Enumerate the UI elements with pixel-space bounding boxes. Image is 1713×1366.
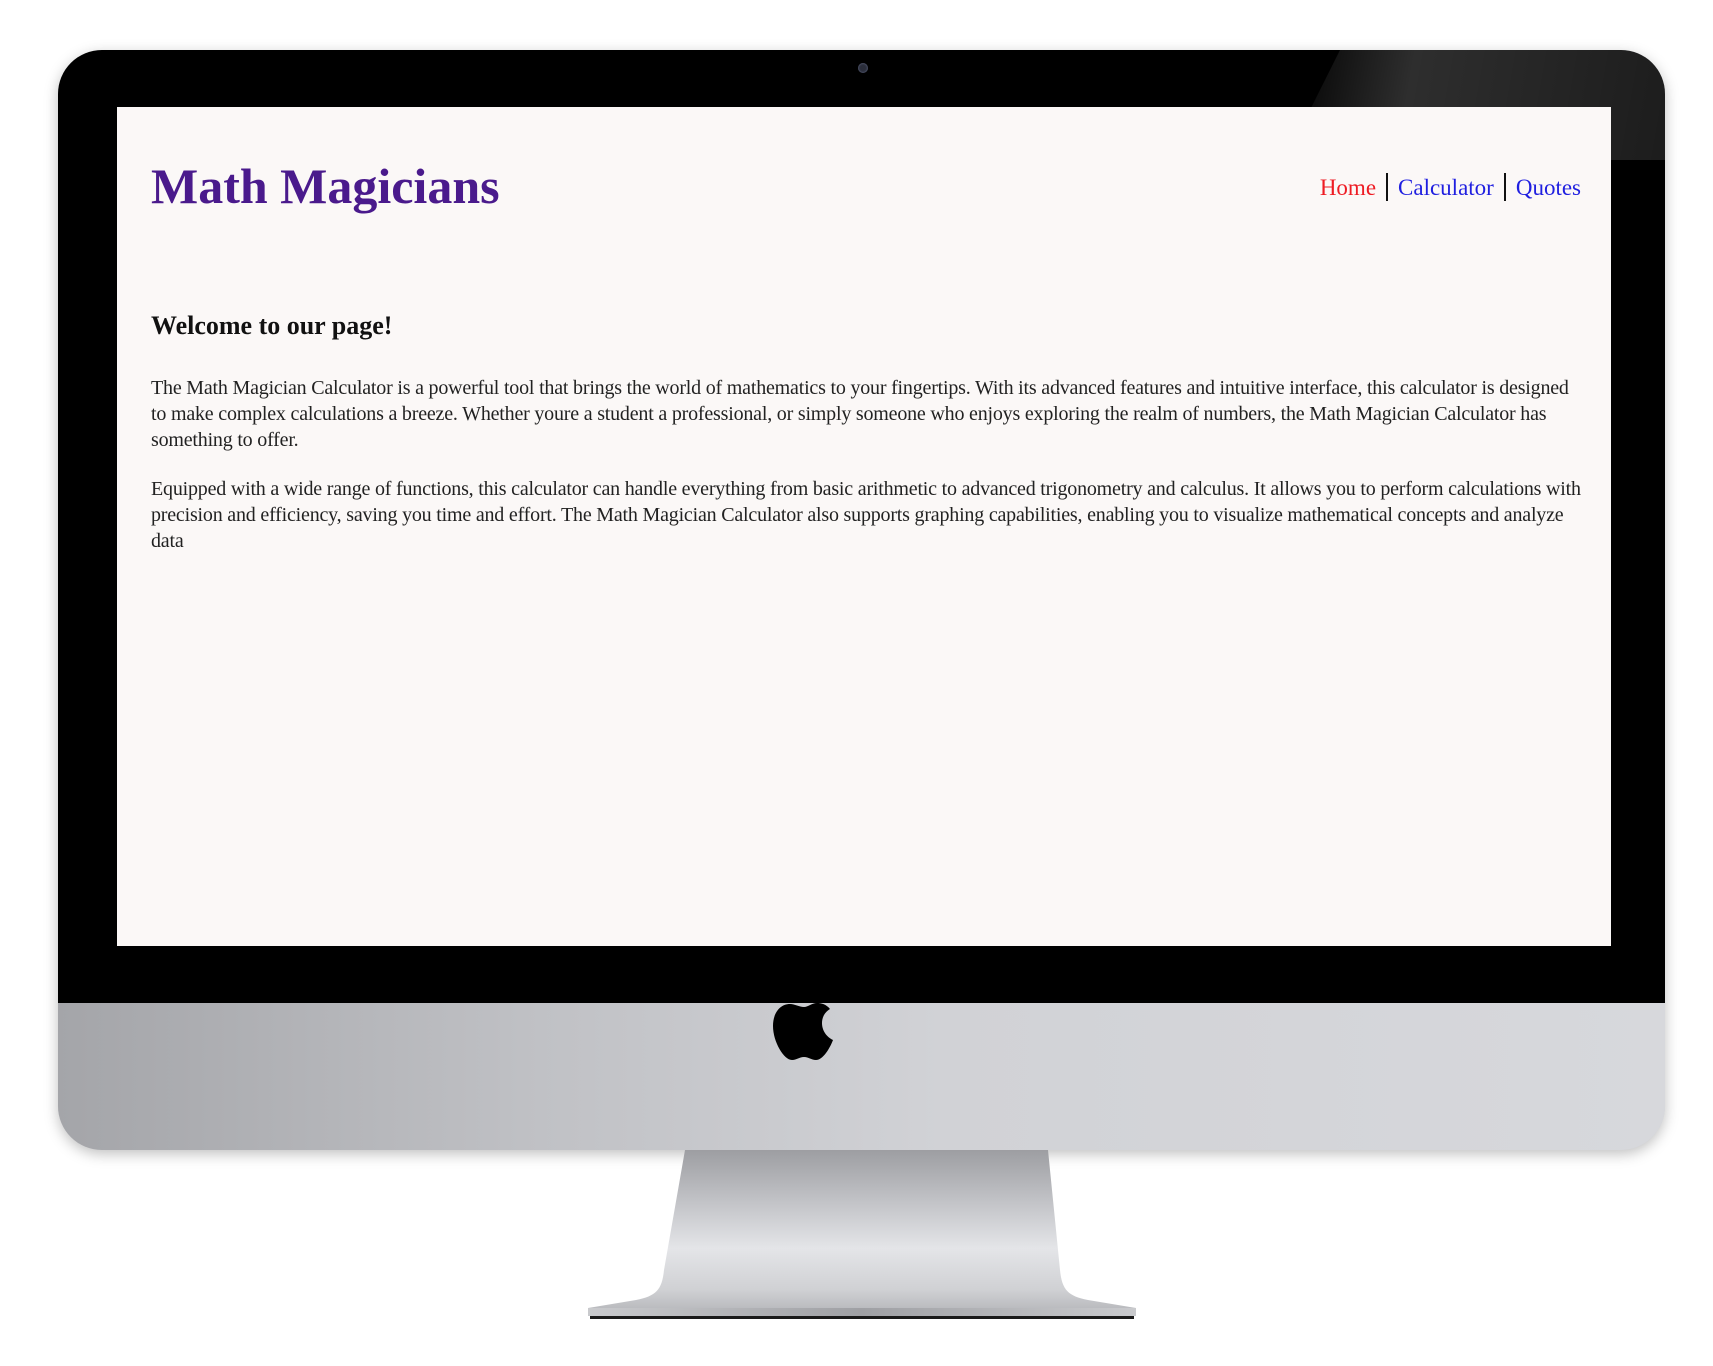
nav-link-quotes[interactable]: Quotes [1516,176,1581,199]
features-paragraph: Equipped with a wide range of functions,… [151,478,1581,553]
site-title: Math Magicians [151,158,500,214]
nav-link-calculator[interactable]: Calculator [1398,176,1494,199]
main-nav: Home Calculator Quotes [1320,173,1581,201]
site-header: Math Magicians Home Calculator Quotes [151,161,1581,231]
nav-separator [1503,173,1506,201]
apple-logo-icon [773,988,833,1060]
monitor-chin [58,1003,1665,1150]
camera-icon [858,63,868,73]
nav-link-home[interactable]: Home [1320,176,1376,199]
main-content: Welcome to our page! The Math Magician C… [151,310,1581,577]
welcome-heading: Welcome to our page! [151,311,393,340]
monitor-stand [588,1150,1136,1319]
nav-separator [1386,173,1389,201]
web-page-screen: Math Magicians Home Calculator Quotes We… [117,107,1611,946]
intro-paragraph: The Math Magician Calculator is a powerf… [151,377,1569,452]
